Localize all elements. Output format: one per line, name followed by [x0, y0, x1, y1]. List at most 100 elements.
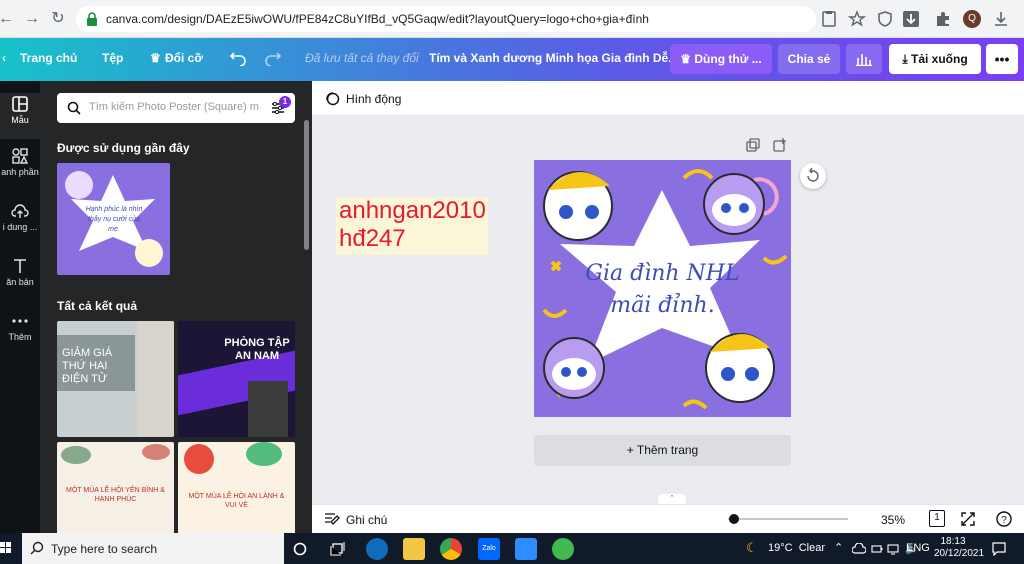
recent-template-text: Hạnh phúc là nhìn thấy nụ cười của mẹ.	[85, 206, 143, 233]
weather-status[interactable]: 19°C Clear	[768, 542, 825, 554]
template-result-text: MỘT MÙA LỄ HỘI AN LÀNH & VUI VẺ	[188, 493, 285, 509]
more-dots-icon	[12, 319, 28, 323]
panel-scrollbar[interactable]	[304, 120, 309, 250]
url-text: canva.com/design/DAEzE5iwOWU/fPE84zC8uYI…	[106, 12, 649, 26]
notes-icon	[325, 513, 340, 525]
show-hidden-icons[interactable]: ⌃	[834, 541, 843, 554]
overlay-line-1: anhngan2010	[339, 197, 486, 224]
crown-icon: ♛	[680, 52, 695, 66]
fullscreen-icon[interactable]	[960, 511, 976, 527]
chrome-app-icon[interactable]	[440, 538, 462, 560]
zoom-slider[interactable]	[728, 514, 848, 524]
bar-chart-icon	[856, 54, 872, 67]
network-icon[interactable]	[887, 543, 899, 555]
results-heading: Tất cả kết quả	[57, 299, 138, 313]
cortana-icon[interactable]	[293, 542, 307, 556]
design-title[interactable]: Tím và Xanh dương Minh họa Gia đình Dễ..…	[429, 51, 678, 65]
rail-more[interactable]: Thêm	[0, 312, 40, 342]
search-icon	[30, 541, 44, 555]
windows-start-icon[interactable]	[0, 542, 12, 554]
rotate-button[interactable]	[800, 163, 826, 189]
recent-template-thumb[interactable]: Hạnh phúc là nhìn thấy nụ cười của mẹ.	[57, 163, 170, 275]
green-app-icon[interactable]	[552, 538, 574, 560]
browser-toolbar: ← → ↻ canva.com/design/DAEzE5iwOWU/fPE84…	[0, 0, 1024, 38]
template-search[interactable]: Tìm kiếm Photo Poster (Square) m... 1	[57, 93, 295, 123]
download-icon[interactable]	[992, 10, 1010, 28]
clock[interactable]: 18:13 20/12/2021	[934, 536, 984, 560]
address-bar[interactable]: canva.com/design/DAEzE5iwOWU/fPE84zC8uYI…	[76, 6, 816, 32]
recent-heading: Được sử dụng gần đây	[57, 141, 190, 155]
templates-icon	[12, 96, 28, 112]
redo-icon[interactable]	[264, 50, 282, 66]
reload-icon[interactable]: ↻	[48, 9, 68, 29]
animate-icon	[326, 92, 340, 106]
resize-menu[interactable]: Đổi cỡ	[165, 51, 203, 65]
template-result-text: PHÒNG TẬP AN NAM	[224, 337, 290, 362]
cloud-upload-icon	[11, 204, 29, 218]
text-icon	[14, 259, 26, 273]
template-result-card[interactable]: GIẢM GIÁ THỨ HAI ĐIỆN TỬ	[57, 321, 174, 437]
add-page-icon[interactable]	[773, 138, 787, 152]
elements-icon	[12, 148, 29, 164]
zoom-app-icon[interactable]	[515, 538, 537, 560]
template-result-card[interactable]: MỘT MÙA LỄ HỘI YÊN BÌNH & HẠNH PHÚC	[57, 442, 174, 533]
template-result-text: MỘT MÙA LỄ HỘI YÊN BÌNH & HẠNH PHÚC	[66, 487, 165, 503]
search-icon	[67, 101, 81, 115]
file-menu[interactable]: Tệp	[102, 51, 123, 65]
expand-pages-button[interactable]: ˆ	[658, 494, 686, 504]
rail-templates[interactable]: Mẫu	[0, 93, 40, 139]
extensions-puzzle-icon[interactable]	[934, 10, 952, 28]
notifications-icon[interactable]	[992, 542, 1006, 556]
animate-button[interactable]: Hình động	[346, 92, 401, 106]
add-page-button[interactable]: + Thêm trang	[534, 435, 791, 466]
search-input[interactable]: Tìm kiếm Photo Poster (Square) m...	[89, 101, 259, 113]
tab-search-icon[interactable]	[820, 10, 838, 28]
template-result-card[interactable]: PHÒNG TẬP AN NAM	[178, 321, 295, 437]
download-button[interactable]: ⤓ Tải xuống	[889, 44, 981, 74]
design-page[interactable]: Gia đình NHL mãi đỉnh.	[534, 160, 791, 417]
bookmark-star-icon[interactable]	[848, 10, 866, 28]
zoom-slider-handle[interactable]	[729, 514, 739, 524]
taskbar-search[interactable]: Type here to search	[22, 533, 284, 564]
download-icon: ⤓	[902, 52, 911, 66]
crown-icon: ♛	[150, 51, 161, 65]
filter-count-badge: 1	[279, 96, 291, 108]
windows-taskbar: Type here to search Zalo ☾ 19°C Clear ⌃ …	[0, 533, 1024, 564]
task-view-icon[interactable]	[330, 542, 346, 556]
zoom-level[interactable]: 35%	[881, 513, 905, 527]
shield-icon[interactable]	[876, 10, 894, 28]
editor-header: ‹ Trang chủ Tệp ♛ Đổi cỡ Đã lưu tất cả t…	[0, 38, 1024, 81]
forward-icon[interactable]: →	[22, 9, 42, 29]
input-language[interactable]: ENG	[906, 542, 930, 554]
insights-button[interactable]	[846, 44, 882, 74]
edge-app-icon[interactable]	[366, 538, 388, 560]
editor-canvas-area: Hình động anhngan2010 hđ247 Gia đình NHL…	[312, 81, 1024, 533]
template-result-text: GIẢM GIÁ THỨ HAI ĐIỆN TỬ	[62, 347, 113, 385]
template-result-card[interactable]: MỘT MÙA LỄ HỘI AN LÀNH & VUI VẺ	[178, 442, 295, 533]
chevron-left-icon[interactable]: ‹	[2, 51, 6, 65]
file-explorer-app-icon[interactable]	[403, 538, 425, 560]
notes-button[interactable]: Ghi chú	[346, 513, 387, 527]
page-count-button[interactable]: 1	[929, 510, 945, 527]
duplicate-page-icon[interactable]	[746, 138, 760, 152]
home-link[interactable]: Trang chủ	[20, 51, 77, 65]
templates-panel: Tìm kiếm Photo Poster (Square) m... 1 Đư…	[40, 81, 312, 533]
rail-uploads[interactable]: i dung ...	[0, 202, 40, 232]
cloud-icon[interactable]	[852, 543, 866, 555]
try-pro-button[interactable]: ♛ Dùng thử ...	[670, 44, 772, 74]
back-icon[interactable]: ←	[0, 9, 16, 29]
help-icon[interactable]: ?	[996, 511, 1012, 527]
download-extension-icon[interactable]	[902, 10, 920, 28]
more-options-button[interactable]: •••	[986, 44, 1018, 74]
design-headline: Gia đình NHL mãi đỉnh.	[585, 261, 740, 318]
battery-icon[interactable]	[871, 543, 883, 555]
editor-footer: Ghi chú 35% 1 ?	[312, 504, 1024, 533]
profile-avatar[interactable]: Q	[963, 10, 981, 28]
zalo-app-icon[interactable]: Zalo	[478, 538, 500, 560]
rail-text[interactable]: ăn bản	[0, 257, 40, 287]
taskbar-search-input[interactable]: Type here to search	[51, 542, 157, 556]
share-button[interactable]: Chia sẻ	[778, 44, 840, 74]
undo-icon[interactable]	[229, 50, 247, 66]
lock-icon	[87, 12, 97, 26]
rail-elements[interactable]: anh phần	[0, 147, 40, 177]
